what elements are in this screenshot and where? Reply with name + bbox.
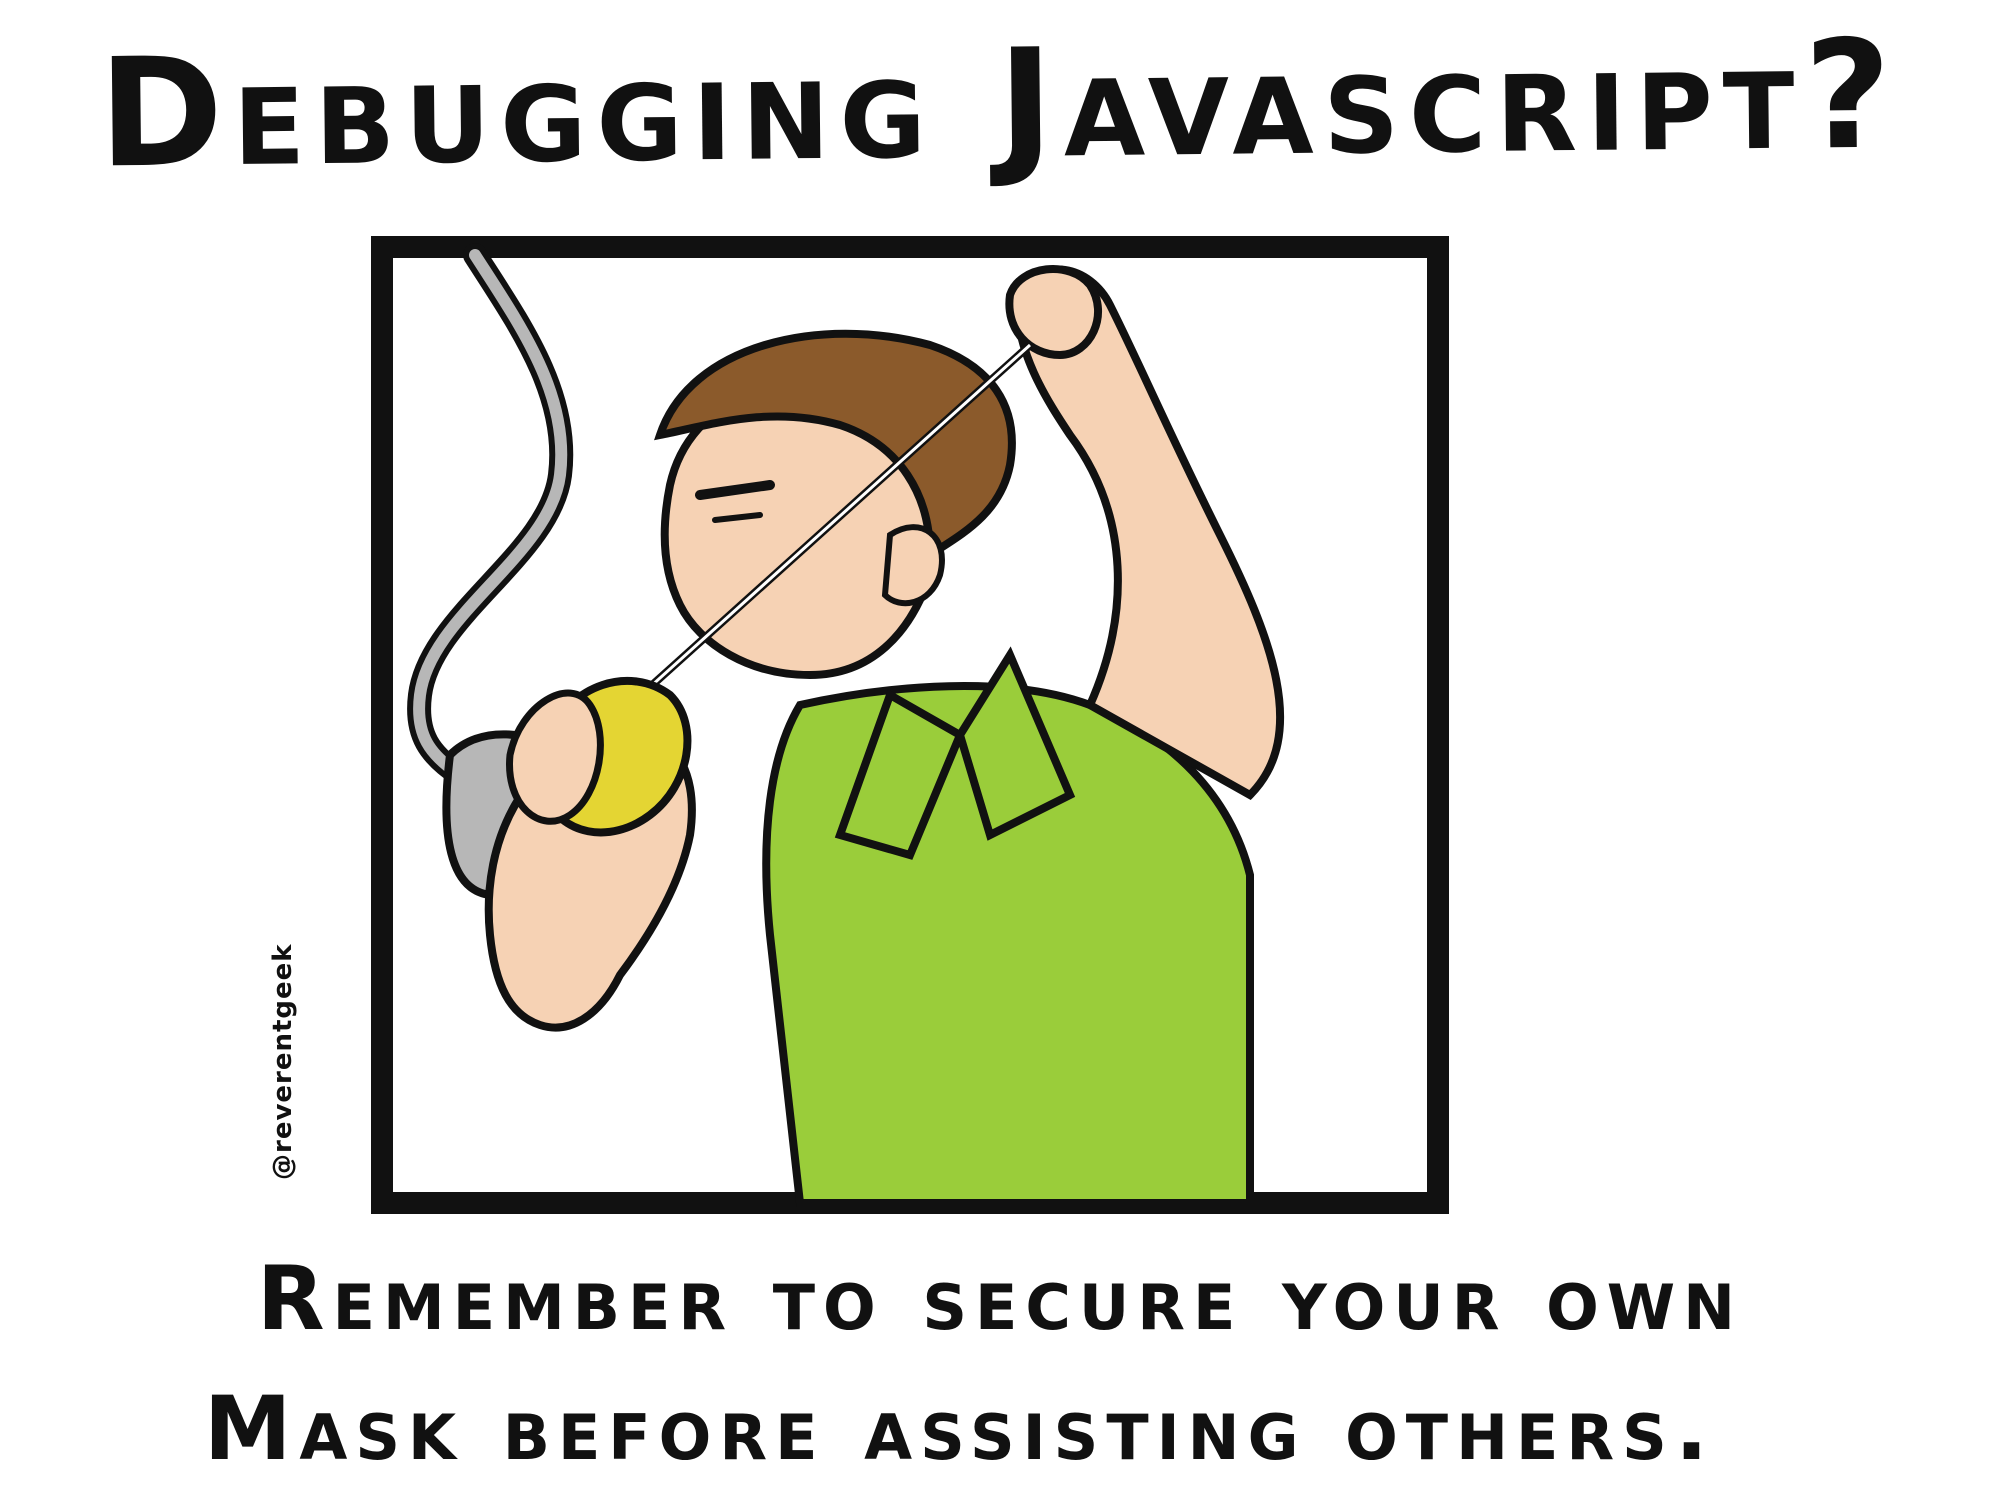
comic-illustration bbox=[371, 236, 1449, 1214]
caption-line-2: Mask before assisting others. bbox=[203, 1377, 1717, 1480]
hand-top bbox=[1005, 265, 1103, 360]
artist-signature: @reverentgeek bbox=[268, 943, 298, 1180]
ear bbox=[881, 524, 945, 607]
caption-line-1: Remember to secure your own bbox=[256, 1247, 1744, 1350]
comic-panel bbox=[370, 235, 1450, 1215]
comic-title: Debugging Javascript? bbox=[97, 8, 1903, 202]
